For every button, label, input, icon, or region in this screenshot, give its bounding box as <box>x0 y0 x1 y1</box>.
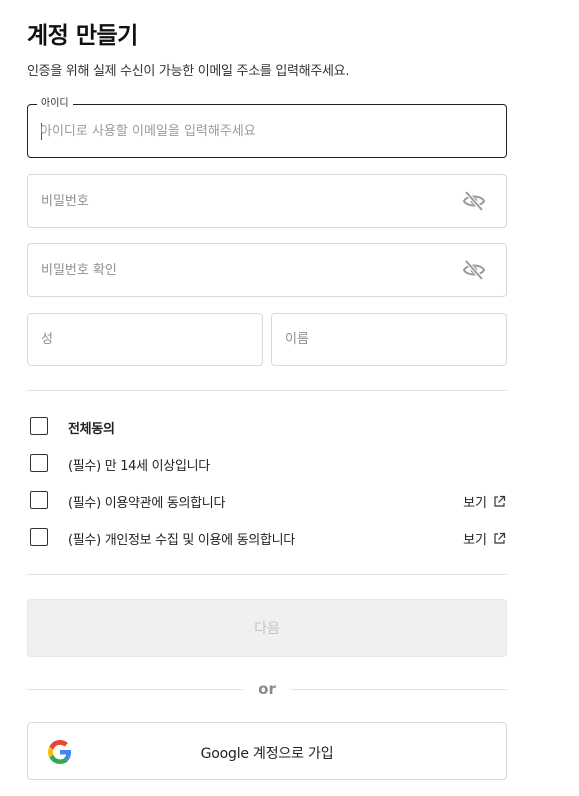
eye-off-icon[interactable] <box>462 190 486 212</box>
page-title: 계정 만들기 <box>27 23 138 49</box>
agree-all-checkbox[interactable] <box>30 417 48 435</box>
external-link-icon <box>494 532 506 544</box>
divider <box>27 390 507 391</box>
agree-terms-label: (필수) 이용약관에 동의합니다 <box>68 496 226 511</box>
next-button[interactable]: 다음 <box>27 599 507 657</box>
id-field[interactable]: 아이디 <box>27 98 507 158</box>
agree-terms-checkbox[interactable] <box>30 491 48 509</box>
agree-privacy-row[interactable]: (필수) 개인정보 수집 및 이용에 동의합니다 보기 <box>30 527 506 548</box>
first-name-field[interactable] <box>271 313 507 366</box>
google-signup-button[interactable]: Google 계정으로 가입 <box>27 722 507 780</box>
agree-privacy-checkbox[interactable] <box>30 528 48 546</box>
external-link-icon <box>494 495 506 507</box>
last-name-field[interactable] <box>27 313 263 366</box>
agree-privacy-label: (필수) 개인정보 수집 및 이용에 동의합니다 <box>68 533 295 548</box>
agree-all-label: 전체동의 <box>68 422 115 437</box>
google-signup-label: Google 계정으로 가입 <box>200 746 334 762</box>
agree-age-label: (필수) 만 14세 이상입니다 <box>68 459 210 474</box>
or-divider-left <box>27 689 243 690</box>
eye-off-icon[interactable] <box>462 259 486 281</box>
or-divider-right <box>291 689 507 690</box>
privacy-view-label: 보기 <box>463 533 487 548</box>
agree-age-row[interactable]: (필수) 만 14세 이상입니다 <box>30 453 506 474</box>
password-confirm-field[interactable] <box>27 243 507 297</box>
divider <box>27 574 507 575</box>
terms-view-label: 보기 <box>463 496 487 511</box>
last-name-input[interactable] <box>41 314 252 365</box>
page-subtitle: 인증을 위해 실제 수신이 가능한 이메일 주소를 입력해주세요. <box>27 64 350 79</box>
first-name-input[interactable] <box>285 314 496 365</box>
agree-age-checkbox[interactable] <box>30 454 48 472</box>
agree-terms-row[interactable]: (필수) 이용약관에 동의합니다 보기 <box>30 490 506 511</box>
terms-view-link[interactable]: 보기 <box>463 492 506 511</box>
or-label: or <box>258 680 276 698</box>
signup-page: 계정 만들기 인증을 위해 실제 수신이 가능한 이메일 주소를 입력해주세요.… <box>0 0 579 796</box>
password-input[interactable] <box>41 175 456 227</box>
password-field[interactable] <box>27 174 507 228</box>
privacy-view-link[interactable]: 보기 <box>463 529 506 548</box>
password-confirm-input[interactable] <box>41 244 456 296</box>
id-input[interactable] <box>40 105 456 157</box>
agree-all-row[interactable]: 전체동의 <box>30 416 506 437</box>
